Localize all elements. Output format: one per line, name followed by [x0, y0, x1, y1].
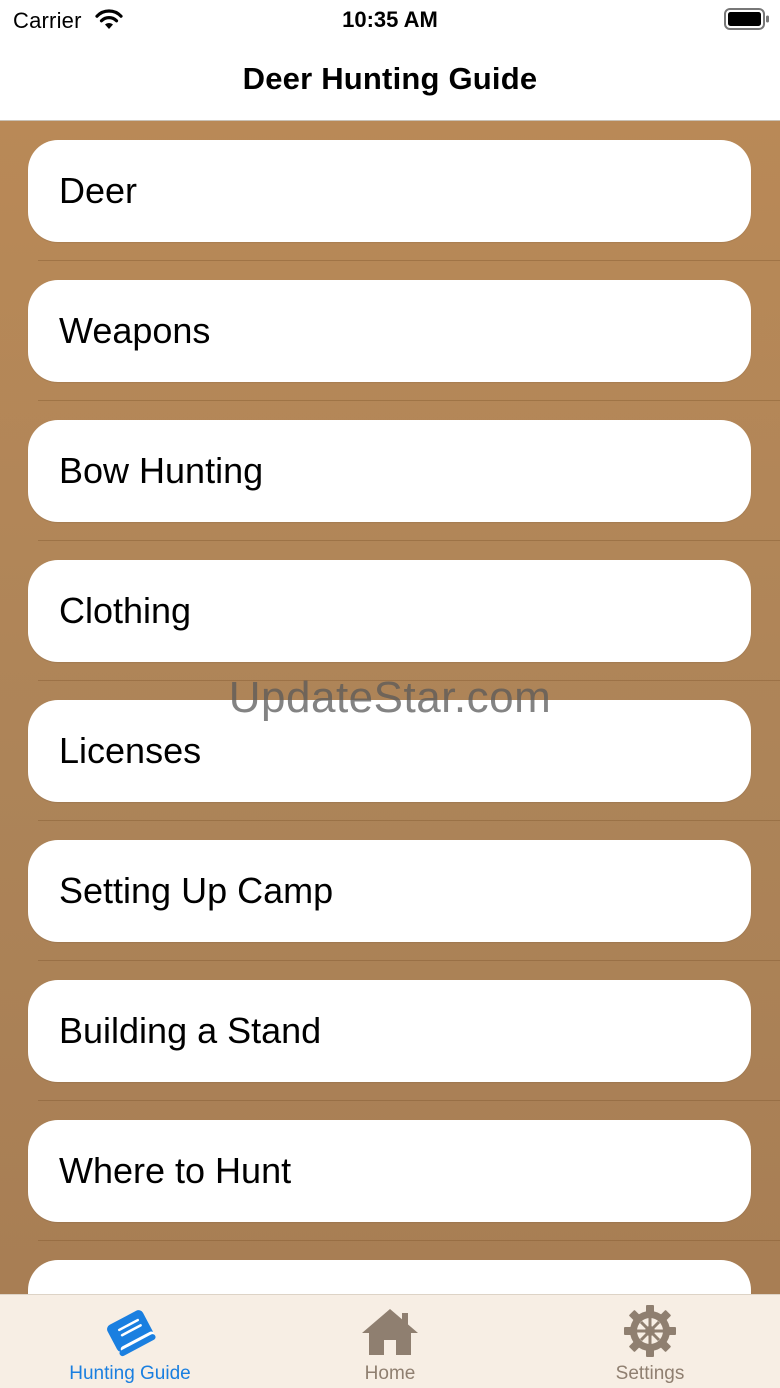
tab-bar: Hunting Guide Home Settings: [0, 1294, 780, 1388]
menu-card[interactable]: Licenses: [28, 700, 751, 802]
menu-item-label: Building a Stand: [59, 1010, 322, 1051]
list-item-partial[interactable]: [0, 1241, 780, 1294]
gear-icon: [624, 1305, 676, 1357]
navigation-bar: Deer Hunting Guide: [0, 40, 780, 121]
menu-card[interactable]: [28, 1260, 751, 1294]
menu-item-label: Setting Up Camp: [59, 870, 334, 911]
tab-settings[interactable]: Settings: [520, 1295, 780, 1388]
menu-card[interactable]: Clothing: [28, 560, 751, 662]
tab-label: Hunting Guide: [69, 1363, 191, 1384]
clock: 10:35 AM: [342, 7, 438, 32]
tab-label: Home: [364, 1363, 416, 1384]
list-item-weapons[interactable]: Weapons: [0, 261, 780, 401]
book-icon: [107, 1310, 156, 1357]
menu-item-label: Licenses: [59, 730, 202, 771]
tab-hunting-guide[interactable]: Hunting Guide: [0, 1295, 260, 1388]
menu-card[interactable]: Bow Hunting: [28, 420, 751, 522]
menu-card[interactable]: Deer: [28, 140, 751, 242]
list-item-building-a-stand[interactable]: Building a Stand: [0, 961, 780, 1101]
page-title: Deer Hunting Guide: [242, 61, 538, 96]
list-item-licenses[interactable]: Licenses: [0, 681, 780, 821]
menu-list[interactable]: Deer Weapons Bow Hunting Clothing Licens…: [0, 121, 780, 1294]
menu-card[interactable]: Where to Hunt: [28, 1120, 751, 1222]
menu-item-label: Bow Hunting: [59, 450, 264, 491]
battery-icon: [724, 8, 769, 30]
menu-item-label: Deer: [59, 170, 138, 211]
menu-item-label: Where to Hunt: [59, 1150, 292, 1191]
list-item-clothing[interactable]: Clothing: [0, 541, 780, 681]
menu-card[interactable]: Setting Up Camp: [28, 840, 751, 942]
list-item-setting-up-camp[interactable]: Setting Up Camp: [0, 821, 780, 961]
menu-item-label: Clothing: [59, 590, 192, 631]
tab-home[interactable]: Home: [260, 1295, 520, 1388]
list-item-where-to-hunt[interactable]: Where to Hunt: [0, 1101, 780, 1241]
menu-item-label: Weapons: [59, 310, 211, 351]
menu-card[interactable]: Weapons: [28, 280, 751, 382]
status-bar: Carrier 10:35 AM: [0, 0, 780, 40]
list-item-bow-hunting[interactable]: Bow Hunting: [0, 401, 780, 541]
list-item-deer[interactable]: Deer: [0, 121, 780, 261]
tab-label: Settings: [615, 1363, 685, 1384]
menu-card[interactable]: Building a Stand: [28, 980, 751, 1082]
house-icon: [362, 1309, 418, 1355]
